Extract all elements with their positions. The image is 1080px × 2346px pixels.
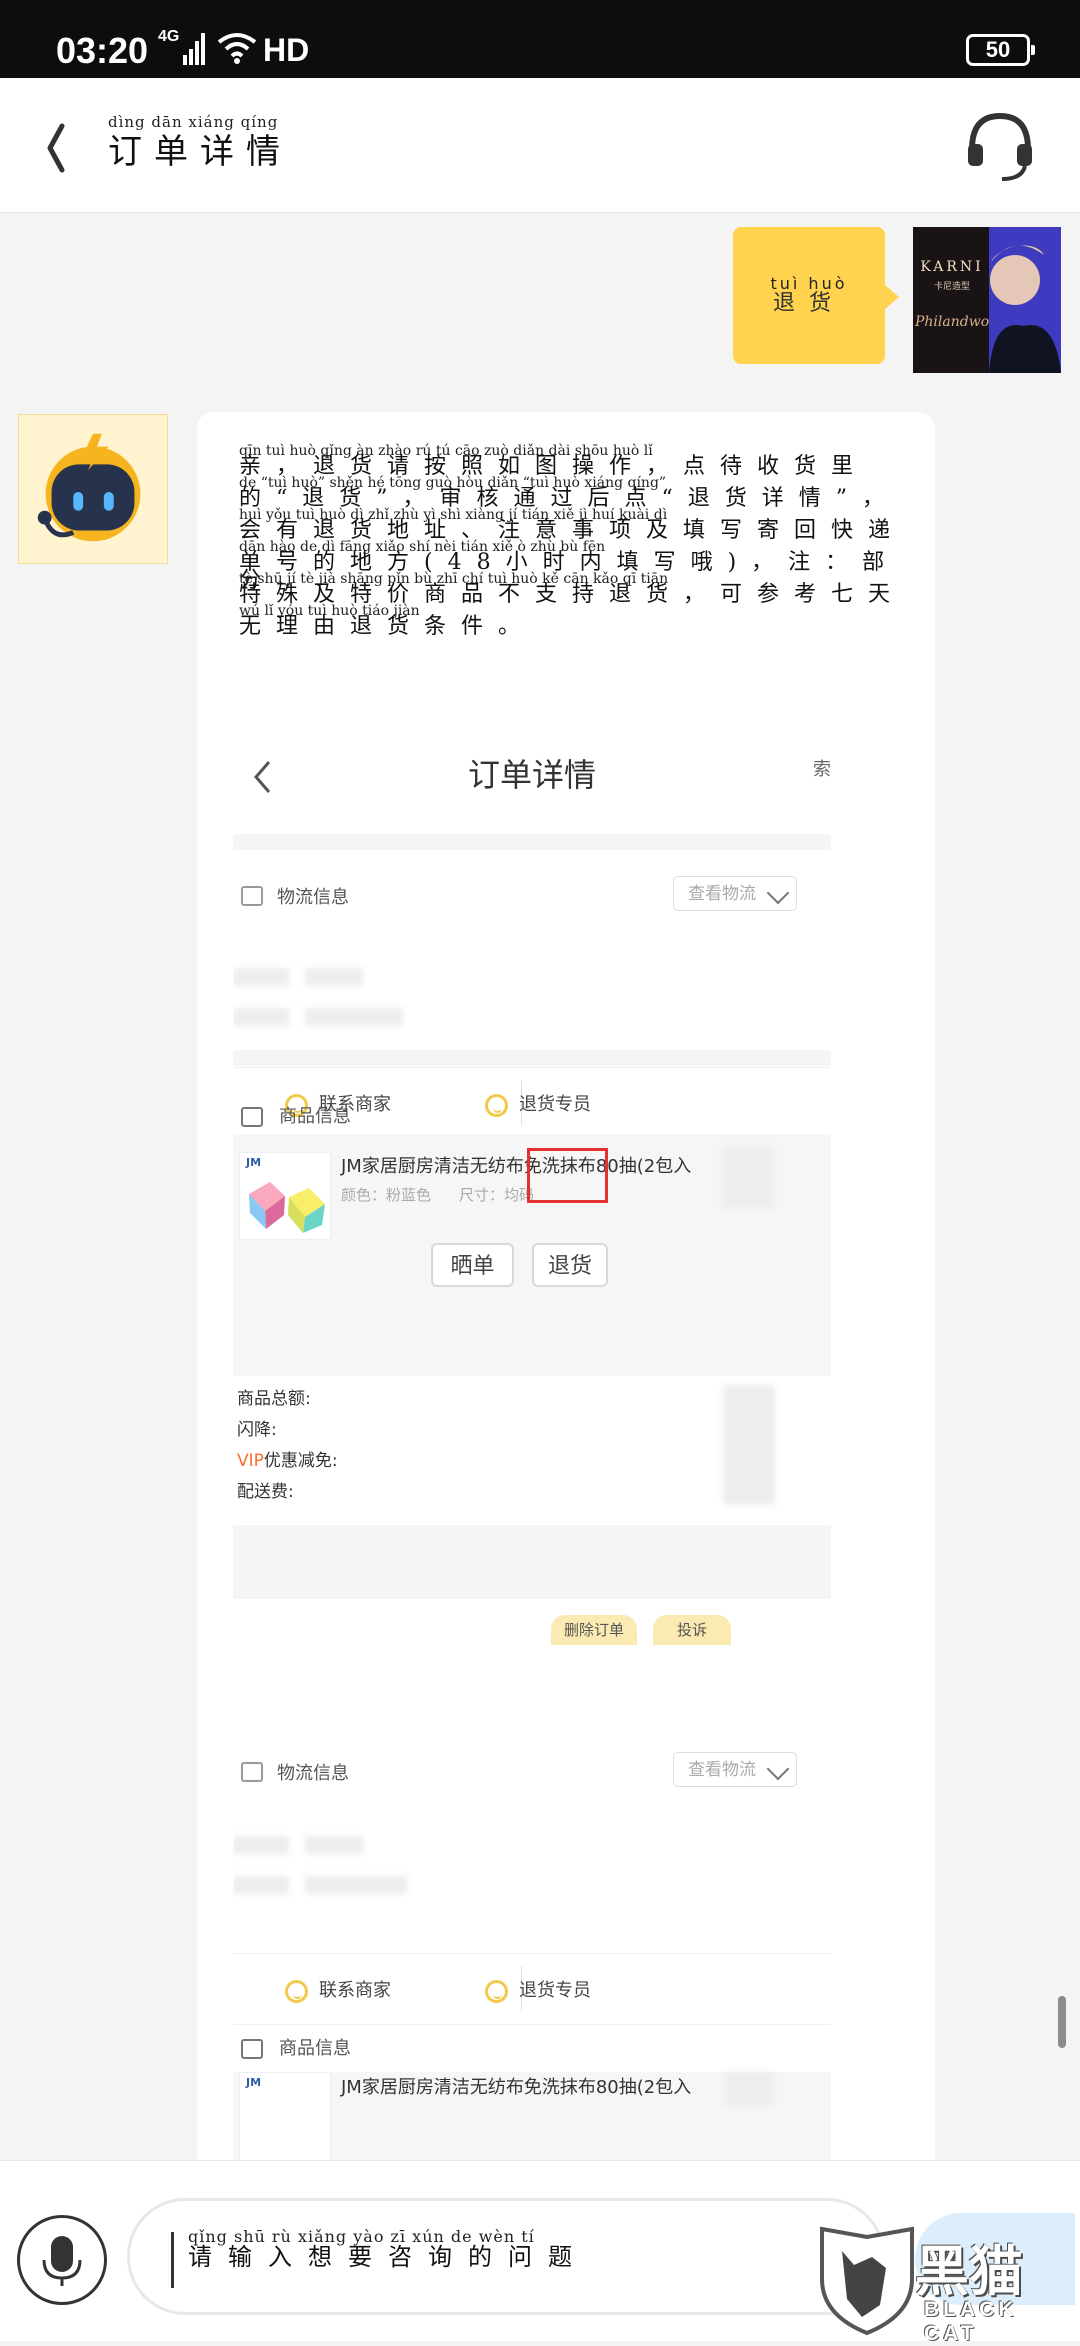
bot-reply-line: huì yǒu tuì huò dì zhǐ zhù yì shì xiàng … <box>239 507 906 543</box>
shot-title: 订单详情 <box>467 756 596 794</box>
bot-reply-text: qīn tuì huò qǐng àn zhào rú tú cāo zuò d… <box>239 443 909 639</box>
person-photo <box>989 227 1061 373</box>
blurred-field <box>233 1836 289 1854</box>
hd-indicator: HD <box>263 32 310 68</box>
blurred-field <box>305 1836 363 1854</box>
cut-text: 索 <box>813 759 831 780</box>
page-header: dìng dān xiáng qíng 订单详情 <box>0 78 1080 213</box>
blurred-price <box>723 1146 773 1208</box>
input-placeholder: qǐng shū rù xiǎng yào zī xún de wèn tí 请… <box>188 2227 588 2271</box>
user-message-pinyin: tuì huò <box>770 273 848 293</box>
order-screenshot-2: 物流信息 查看物流 联系商家 退货专员 商品信息 JM JM家居厨房清洁无纺布免… <box>233 1742 831 2177</box>
smile-icon <box>485 1979 508 2003</box>
blurred-field <box>305 1008 403 1026</box>
black-cat-shield-logo <box>820 2226 914 2336</box>
summary-flash: 闪降: <box>237 1420 277 1440</box>
user-avatar: KARNI 卡尼造型 Philandwo <box>913 227 1061 373</box>
wifi-icon <box>217 33 257 64</box>
bot-reply-line: dān hào de dì fāng xiǎo shí nèi tián xiě… <box>239 539 900 593</box>
return-specialist: 退货专员 <box>485 1090 591 1117</box>
page-title: dìng dān xiáng qíng 订单详情 <box>108 114 292 173</box>
bot-avatar <box>18 414 168 564</box>
blurred-field <box>305 968 363 986</box>
product-brand: JM <box>246 2076 262 2089</box>
chevron-down-icon <box>766 1757 790 1781</box>
microphone-icon <box>42 2236 82 2286</box>
delete-order-button: 删除订单 <box>551 1615 637 1645</box>
product-name: JM家居厨房清洁无纺布免洗抹布80抽(2包入 <box>341 2077 692 2098</box>
blurred-field <box>233 1008 289 1026</box>
blurred-values <box>723 1385 775 1505</box>
question-input[interactable]: qǐng shū rù xiǎng yào zī xún de wèn tí 请… <box>127 2198 885 2315</box>
shopping-bag-icon <box>241 1107 263 1127</box>
complaint-button: 投诉 <box>653 1615 731 1645</box>
battery-icon: 50 <box>966 34 1035 66</box>
blurred-price <box>725 2072 773 2106</box>
cloth-image <box>249 1182 325 1233</box>
return-button: 退货 <box>532 1243 608 1287</box>
view-logistics-dropdown: 查看物流 <box>673 876 797 911</box>
shot-header: 订单详情 索 <box>233 730 831 834</box>
bot-reply-line: tè shū jí tè jià shāng pǐn bù zhī chí tu… <box>239 571 906 607</box>
product-spec: 颜色：粉蓝色 尺寸：均码 <box>341 1186 535 1204</box>
bot-reply-line: qīn tuì huò qǐng àn zhào rú tú cāo zuò d… <box>239 443 869 479</box>
logistics-label: 物流信息 <box>277 1763 349 1784</box>
smile-icon <box>485 1093 508 1117</box>
section-gap <box>233 1050 831 1066</box>
voice-button[interactable] <box>17 2215 107 2305</box>
goods-info-title: 商品信息 <box>241 1102 351 1128</box>
chevron-down-icon <box>766 881 790 905</box>
logistics-label: 物流信息 <box>277 887 349 908</box>
avatar-brand: KARNI <box>920 259 984 275</box>
contact-row: 联系商家 退货专员 <box>233 1953 831 2025</box>
section-gap <box>233 1525 831 1599</box>
network-type: 4G <box>158 28 180 45</box>
blurred-field <box>233 1876 289 1894</box>
smile-icon <box>285 1979 308 2003</box>
signal-icon <box>183 33 205 65</box>
text-cursor <box>171 2232 174 2288</box>
user-message-bubble: tuì huò 退货 <box>733 227 899 364</box>
summary-vip: VIP优惠减免: <box>237 1451 338 1471</box>
logistics-row: 物流信息 查看物流 <box>233 1744 831 1804</box>
summary-total: 商品总额: <box>237 1389 311 1409</box>
blurred-field <box>233 968 289 986</box>
avatar-brand-small: 卡尼造型 <box>933 282 970 292</box>
truck-icon <box>241 1762 263 1782</box>
order-screenshot-1: 订单详情 索 物流信息 查看物流 联系商家 退货专员 商品信息 JM JM家居厨… <box>233 730 831 1658</box>
back-icon[interactable] <box>35 108 95 188</box>
watermark-main-text: 黑猫 <box>915 2240 1023 2303</box>
black-cat-watermark: 黑猫 BLACK CAT <box>810 2219 1080 2345</box>
summary-shipping: 配送费: <box>237 1482 294 1502</box>
scrollbar-thumb[interactable] <box>1058 1996 1066 2048</box>
product-brand: JM <box>246 1156 262 1169</box>
view-logistics-dropdown: 查看物流 <box>673 1752 797 1787</box>
status-time: 03:20 <box>56 30 149 71</box>
bot-message-card: qīn tuì huò qǐng àn zhào rú tú cāo zuò d… <box>197 412 935 2177</box>
page-title-text: 订单详情 <box>108 132 292 172</box>
headset-icon[interactable] <box>964 108 1036 186</box>
product-name: JM家居厨房清洁无纺布免洗抹布80抽(2包入 <box>341 1156 692 1177</box>
user-message-text: 退货 <box>772 290 845 316</box>
product-image: JM <box>239 1152 331 1240</box>
return-highlight-box <box>527 1148 608 1203</box>
bot-reply-line: wú lǐ yóu tuì huò tiáo jiàn 无理由退货条件。 <box>239 603 536 639</box>
truck-icon <box>241 886 263 906</box>
shopping-bag-icon <box>241 2039 263 2059</box>
blurred-field <box>305 1876 407 1894</box>
contact-merchant: 联系商家 <box>285 1976 391 2003</box>
logistics-row: 物流信息 查看物流 <box>233 868 831 928</box>
share-order-button: 晒单 <box>431 1243 514 1287</box>
page-title-pinyin: dìng dān xiáng qíng <box>108 113 279 131</box>
goods-info-title: 商品信息 <box>241 2034 351 2060</box>
section-gap <box>233 834 831 850</box>
avatar-script-text: Philandwo <box>915 314 990 330</box>
status-bar: 03:20 4G HD 50 <box>0 0 1080 78</box>
watermark-sub-text: BLACK CAT <box>924 2298 1018 2345</box>
bot-reply-line: de “tuì huò” shěn hé tōng guò hòu diǎn “… <box>239 475 899 511</box>
return-specialist: 退货专员 <box>485 1976 591 2003</box>
input-bar: qǐng shū rù xiǎng yào zī xún de wèn tí 请… <box>0 2160 1080 2345</box>
